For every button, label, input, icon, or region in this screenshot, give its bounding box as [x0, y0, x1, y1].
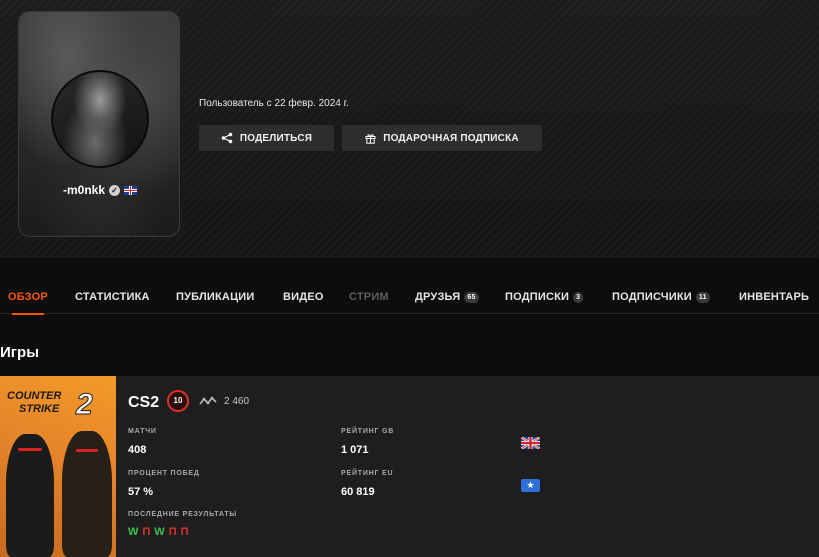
tab-overview[interactable]: ОБЗОР — [8, 282, 48, 315]
friends-count-badge: 65 — [464, 292, 479, 303]
rating-gb-value: 1 071 — [341, 444, 369, 456]
tab-friends[interactable]: ДРУЗЬЯ 65 — [415, 282, 479, 314]
eu-flag-icon: ★ — [521, 479, 540, 492]
rating-eu-value: 60 819 — [341, 486, 375, 498]
elo-value: 2 460 — [224, 396, 250, 407]
tab-publications[interactable]: ПУБЛИКАЦИИ — [176, 282, 255, 314]
tab-video[interactable]: ВИДЕО — [283, 282, 324, 314]
cover-visor-left — [18, 448, 42, 451]
tab-inventory-label: ИНВЕНТАРЬ — [739, 291, 810, 303]
matches-label: МАТЧИ — [128, 428, 157, 435]
gift-button-label: ПОДАРОЧНАЯ ПОДПИСКА — [383, 132, 519, 144]
tab-statistics[interactable]: СТАТИСТИКА — [75, 282, 150, 314]
tab-subscriptions[interactable]: ПОДПИСКИ 3 — [505, 282, 584, 314]
rating-gb-label: РЕЙТИНГ GB — [341, 428, 395, 435]
profile-card: -m0nkk ✓ — [18, 11, 180, 237]
tab-statistics-label: СТАТИСТИКА — [75, 291, 150, 303]
result-5: П — [180, 526, 189, 538]
cover-soldier-right — [62, 431, 112, 557]
result-4: П — [168, 526, 177, 538]
tab-subscribers[interactable]: ПОДПИСЧИКИ 11 — [612, 282, 710, 314]
avatar[interactable] — [51, 70, 149, 168]
gift-subscription-button[interactable]: ПОДАРОЧНАЯ ПОДПИСКА — [342, 125, 542, 151]
game-card-cs2[interactable]: COUNTER STRIKE 2 — [0, 376, 819, 557]
matches-value: 408 — [128, 444, 147, 456]
gb-flag-icon — [521, 437, 540, 449]
share-button-label: ПОДЕЛИТЬСЯ — [239, 132, 313, 144]
elo-trend-icon — [199, 396, 217, 405]
tab-video-label: ВИДЕО — [283, 291, 324, 303]
username: -m0nkk — [62, 183, 106, 197]
tab-publications-label: ПУБЛИКАЦИИ — [176, 291, 255, 303]
tab-stream-label: СТРИМ — [349, 291, 389, 303]
cover-logo-line1: COUNTER — [7, 390, 62, 402]
result-3: W — [154, 526, 165, 538]
subscribers-count-badge: 11 — [695, 292, 710, 303]
tab-subscribers-label: ПОДПИСЧИКИ — [612, 291, 692, 303]
tab-friends-label: ДРУЗЬЯ — [415, 291, 461, 303]
recent-results-label: ПОСЛЕДНИЕ РЕЗУЛЬТАТЫ — [128, 511, 238, 518]
game-name: CS2 — [128, 394, 160, 411]
rating-eu-label: РЕЙТИНГ EU — [341, 470, 394, 477]
cover-soldier-left — [6, 434, 54, 557]
winrate-value: 57 % — [128, 486, 154, 498]
tab-inventory[interactable]: ИНВЕНТАРЬ — [739, 282, 809, 314]
game-cover-image[interactable]: COUNTER STRIKE 2 — [0, 376, 116, 557]
recent-results: W П W П П — [128, 526, 189, 538]
result-2: П — [142, 526, 151, 538]
profile-header: -m0nkk ✓ Пользователь с 22 февр. 2024 г.… — [0, 0, 819, 258]
profile-tabs: ОБЗОР СТАТИСТИКА ПУБЛИКАЦИИ ВИДЕО СТРИМ … — [0, 282, 819, 315]
verified-icon: ✓ — [109, 184, 121, 196]
cover-logo-number: 2 — [76, 388, 94, 422]
result-1: W — [128, 526, 139, 538]
cover-visor-right — [76, 449, 98, 452]
games-section-title: Игры — [0, 344, 40, 361]
tab-subscriptions-label: ПОДПИСКИ — [505, 291, 570, 303]
tab-stream[interactable]: СТРИМ — [349, 282, 389, 314]
share-icon — [221, 132, 233, 144]
share-button[interactable]: ПОДЕЛИТЬСЯ — [199, 125, 334, 151]
cover-logo-line2: STRIKE — [19, 403, 60, 415]
username-row: -m0nkk ✓ — [19, 182, 179, 198]
uk-flag-icon — [124, 185, 138, 195]
level-10-icon: 10 — [167, 390, 189, 412]
subscriptions-count-badge: 3 — [573, 292, 584, 303]
tab-overview-label: ОБЗОР — [8, 291, 48, 303]
member-since: Пользователь с 22 февр. 2024 г. — [199, 98, 349, 109]
gift-icon — [365, 133, 376, 144]
winrate-label: ПРОЦЕНТ ПОБЕД — [128, 470, 200, 477]
